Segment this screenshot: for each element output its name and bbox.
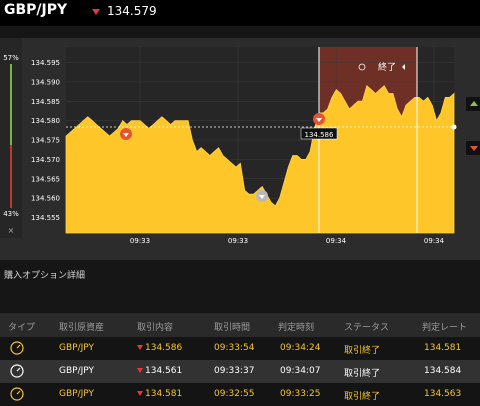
column-header: 取引内容 xyxy=(137,323,174,333)
y-tick-label: 134.575 xyxy=(31,137,60,145)
y-tick-label: 134.560 xyxy=(31,195,60,203)
y-tick-label: 134.585 xyxy=(31,98,60,106)
column-header: タイプ xyxy=(8,323,36,333)
down-arrow-icon xyxy=(92,9,100,15)
judge-time-cell: 09:34:24 xyxy=(280,343,321,353)
time-cell: 09:32:55 xyxy=(214,389,255,399)
chart-panel: 57% 43% × 134.595 134.590 134.585 134.580 13… xyxy=(0,38,480,260)
column-header: 判定レート xyxy=(422,323,468,333)
trade-marker-down[interactable] xyxy=(120,128,132,140)
y-tick-label: 134.570 xyxy=(31,156,60,164)
down-arrow-icon xyxy=(137,368,143,373)
header-bar: GBP/JPY 134.579 xyxy=(0,0,480,26)
table-header: タイプ 取引原資産 取引内容 取引時間 判定時刻 ステータス 判定レート xyxy=(0,313,480,337)
x-tick-label: 09:33 xyxy=(228,237,248,245)
price-label: 134.586 xyxy=(305,131,334,139)
asset-cell: GBP/JPY xyxy=(59,389,94,399)
gauge-icon xyxy=(10,341,24,358)
y-axis-ticks: 134.595 134.590 134.585 134.580 134.575 134.5… xyxy=(31,59,60,222)
judge-time-cell: 09:34:07 xyxy=(280,366,321,376)
table-row[interactable]: GBP/JPY 134.561 09:33:37 09:34:07 取引終了 1… xyxy=(0,360,480,383)
gauge-icon xyxy=(10,364,24,381)
column-header: 取引原資産 xyxy=(59,323,105,333)
asset-cell: GBP/JPY xyxy=(59,366,94,376)
section-title: 購入オプション詳細 xyxy=(4,271,86,281)
content-cell: 134.581 xyxy=(137,389,182,399)
status-cell: 取引終了 xyxy=(344,392,381,402)
time-cell: 09:33:54 xyxy=(214,343,255,353)
rate-cell: 134.584 xyxy=(424,366,462,376)
y-tick-label: 134.580 xyxy=(31,117,60,125)
price-chart: 57% 43% × 134.595134.590134.585134.58013… xyxy=(0,38,480,245)
high-percentage: 57% xyxy=(3,54,19,62)
trade-marker-neutral[interactable] xyxy=(256,190,268,202)
y-tick-label: 134.555 xyxy=(31,214,60,222)
asset-cell: GBP/JPY xyxy=(59,343,94,353)
x-axis-ticks: 09:33 09:33 09:34 09:34 xyxy=(130,237,445,245)
column-header: 取引時間 xyxy=(214,323,251,333)
content-cell: 134.586 xyxy=(137,343,182,353)
judge-time-cell: 09:33:25 xyxy=(280,389,321,399)
table-row[interactable]: GBP/JPY 134.581 09:32:55 09:33:25 取引終了 1… xyxy=(0,383,480,406)
table-row[interactable]: GBP/JPY 134.586 09:33:54 09:34:24 取引終了 1… xyxy=(0,337,480,360)
x-tick-label: 09:34 xyxy=(424,237,445,245)
down-arrow-icon xyxy=(137,391,143,396)
y-tick-label: 134.595 xyxy=(31,59,60,67)
down-arrow-icon xyxy=(137,345,143,350)
close-icon[interactable]: × xyxy=(8,226,15,235)
status-cell: 取引終了 xyxy=(344,346,381,356)
currency-pair: GBP/JPY xyxy=(4,2,68,18)
x-tick-label: 09:33 xyxy=(130,237,150,245)
x-tick-label: 09:34 xyxy=(326,237,347,245)
buy-low-tab[interactable] xyxy=(466,141,480,155)
rate-cell: 134.563 xyxy=(424,389,462,399)
end-button-label: 終了 xyxy=(378,61,396,73)
current-price: 134.579 xyxy=(107,4,157,18)
y-tick-label: 134.590 xyxy=(31,78,60,86)
trade-marker-down[interactable] xyxy=(313,113,325,125)
time-cell: 09:33:37 xyxy=(214,366,255,376)
status-cell: 取引終了 xyxy=(344,369,381,379)
y-tick-label: 134.565 xyxy=(31,175,60,183)
gauge-icon xyxy=(10,387,24,404)
buy-high-tab[interactable] xyxy=(466,97,480,111)
content-cell: 134.561 xyxy=(137,366,182,376)
low-percentage: 43% xyxy=(3,210,19,218)
current-price-dot xyxy=(451,124,457,130)
rate-cell: 134.581 xyxy=(424,343,462,353)
column-header: ステータス xyxy=(344,323,390,333)
column-header: 判定時刻 xyxy=(278,323,315,333)
trade-history-table: タイプ 取引原資産 取引内容 取引時間 判定時刻 ステータス 判定レート GBP… xyxy=(0,313,480,406)
